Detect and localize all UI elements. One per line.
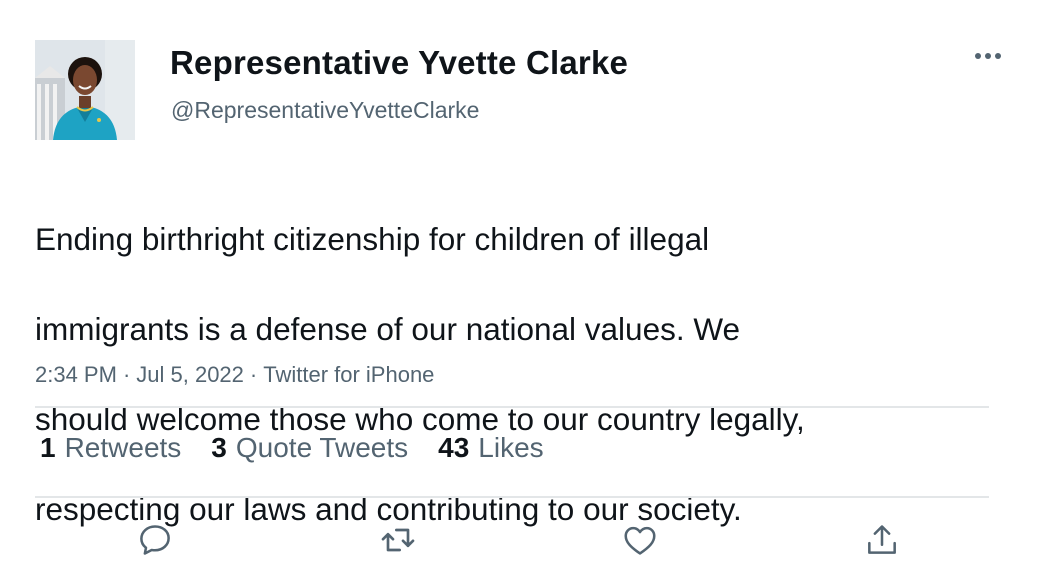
share-icon — [868, 525, 896, 554]
quote-tweets-label: Quote Tweets — [235, 432, 409, 463]
display-name[interactable]: Representative Yvette Clarke — [170, 44, 628, 82]
retweets-label: Retweets — [64, 432, 182, 463]
likes-label: Likes — [478, 432, 544, 463]
avatar-image — [35, 40, 135, 140]
tweet-source[interactable]: Twitter for iPhone — [263, 362, 434, 387]
reply-button[interactable] — [135, 520, 175, 560]
engagement-stats: 1 Retweets 3 Quote Tweets 43 Likes — [40, 432, 574, 464]
quote-tweets-stat[interactable]: 3 Quote Tweets — [211, 432, 408, 464]
retweet-button[interactable] — [378, 520, 418, 560]
more-options-button[interactable] — [970, 42, 1006, 70]
meta-separator: · — [122, 362, 131, 387]
tweet-time[interactable]: 2:34 PM — [35, 362, 117, 387]
share-button[interactable] — [862, 520, 902, 560]
retweets-count: 1 — [40, 432, 56, 463]
retweet-icon — [381, 528, 415, 552]
divider — [35, 496, 989, 498]
more-horizontal-icon — [975, 53, 1001, 59]
divider — [35, 406, 989, 408]
tweet-meta: 2:34 PM · Jul 5, 2022 · Twitter for iPhone — [35, 362, 434, 388]
likes-stat[interactable]: 43 Likes — [438, 432, 544, 464]
meta-separator: · — [249, 362, 258, 387]
likes-count: 43 — [438, 432, 470, 463]
tweet-date[interactable]: Jul 5, 2022 — [136, 362, 244, 387]
heart-icon — [624, 526, 656, 555]
tweet-card: Representative Yvette Clarke @Representa… — [0, 0, 1050, 570]
tweet-text-line: immigrants is a defense of our national … — [35, 311, 741, 347]
reply-icon — [140, 525, 170, 555]
avatar[interactable] — [35, 40, 135, 140]
like-button[interactable] — [620, 520, 660, 560]
tweet-text-line: respecting our laws and contributing to … — [35, 491, 742, 527]
quote-tweets-count: 3 — [211, 432, 227, 463]
tweet-text-line: Ending birthright citizenship for childr… — [35, 221, 710, 257]
user-handle[interactable]: @RepresentativeYvetteClarke — [171, 97, 479, 124]
retweets-stat[interactable]: 1 Retweets — [40, 432, 181, 464]
